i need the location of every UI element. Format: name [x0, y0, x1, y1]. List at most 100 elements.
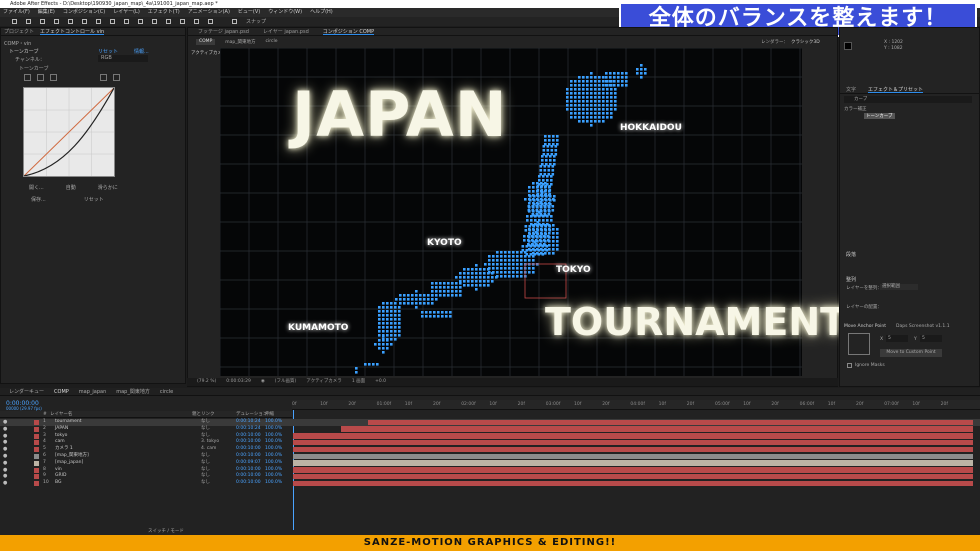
visibility-eye-icon[interactable]: ● [3, 419, 7, 426]
camera-select[interactable]: アクティブカメラ [306, 378, 342, 386]
brush-tool-icon[interactable] [152, 19, 157, 24]
layer-duration[interactable]: 0:00:09:07 [236, 460, 261, 467]
layer-parent-select[interactable]: なし [201, 480, 210, 487]
anchor-y-input[interactable]: 5 [920, 335, 942, 342]
visibility-eye-icon[interactable]: ● [3, 467, 7, 474]
menu-item-2[interactable]: コンポジション(C) [63, 8, 105, 17]
zoom-tool-icon[interactable] [54, 19, 59, 24]
tab-composition[interactable]: コンポジション COMP [322, 28, 375, 35]
layer-label-color[interactable] [34, 467, 39, 473]
tab-footage[interactable]: フッテージ japan.psd [198, 28, 249, 35]
menu-item-0[interactable]: ファイル(F) [3, 8, 30, 17]
zoom-level[interactable]: (79.2 %) [197, 378, 216, 386]
camera-icon[interactable]: ◉ [261, 378, 265, 386]
layer-duration-bar[interactable] [293, 467, 973, 473]
ignore-masks-checkbox[interactable] [847, 363, 852, 368]
stamp-tool-icon[interactable] [166, 19, 171, 24]
text-tool-icon[interactable] [138, 19, 143, 24]
layer-row[interactable]: ● 5 カメラ 1 4. cam 0:00:10:00 100.0% [0, 446, 980, 453]
layer-label-color[interactable] [34, 420, 39, 425]
layer-duration[interactable]: 0:00:10:24 [236, 419, 261, 426]
curve-save-icon[interactable] [113, 74, 120, 81]
roto-tool-icon[interactable] [194, 19, 199, 24]
tab-layer[interactable]: レイヤー japan.psd [263, 28, 309, 35]
layer-name[interactable]: [map_japan] [55, 460, 83, 467]
menu-item-7[interactable]: ウィンドウ(W) [268, 8, 302, 17]
exposure-value[interactable]: +0.0 [375, 378, 386, 386]
layer-name[interactable]: JAPAN [55, 426, 68, 433]
layer-row[interactable]: ● 9 GRID なし 0:00:10:00 100.0% [0, 473, 980, 480]
layer-duration-bar[interactable] [293, 453, 973, 460]
visibility-eye-icon[interactable]: ● [3, 439, 7, 446]
layer-row[interactable]: ● 1 tournament なし 0:00:10:24 100.0% [0, 419, 980, 426]
tab-project[interactable]: プロジェクト [4, 28, 34, 35]
time-ruler[interactable]: 0f 10f 20f 01:00f 10f 20f 02:00f 10f 20f 03:00f 10… [292, 400, 980, 410]
layer-label-color[interactable] [34, 481, 39, 487]
menu-item-5[interactable]: アニメーション(A) [188, 8, 230, 17]
layer-duration[interactable]: 0:00:10:00 [236, 480, 261, 487]
layer-duration-bar[interactable] [293, 433, 973, 439]
layer-stretch[interactable]: 100.0% [265, 446, 282, 453]
curve-open-icon[interactable] [100, 74, 107, 81]
renderer-value[interactable]: クラシック3D [791, 39, 820, 45]
tab-render-queue[interactable]: レンダーキュー [9, 388, 44, 395]
rect-tool-icon[interactable] [110, 19, 115, 24]
menu-item-4[interactable]: エフェクト(T) [148, 8, 180, 17]
subtab-map-kanto[interactable]: map_関東地方 [225, 39, 255, 45]
layer-row[interactable]: ● 2 JAPAN なし 0:00:10:24 100.0% [0, 426, 980, 433]
tab-timeline-circle[interactable]: circle [160, 388, 173, 395]
layer-row[interactable]: ● 4 cam 3. tokyo 0:00:10:00 100.0% [0, 439, 980, 446]
layer-name[interactable]: tokyo [55, 433, 67, 440]
layer-row[interactable]: ● 7 [map_japan] なし 0:00:09:07 100.0% [0, 460, 980, 467]
current-time[interactable]: 0:00:03:29 [226, 378, 251, 386]
curve-auto-button[interactable]: 自動 [66, 184, 76, 191]
menu-item-3[interactable]: レイヤー(L) [113, 8, 140, 17]
anchor-x-input[interactable]: 5 [886, 335, 908, 342]
visibility-eye-icon[interactable]: ● [3, 460, 7, 467]
curve-save-button[interactable]: 保存... [31, 196, 46, 203]
effects-search-input[interactable]: カーブ [844, 96, 972, 103]
layer-label-color[interactable] [34, 474, 39, 480]
curve-open-button[interactable]: 開く... [29, 184, 44, 191]
menu-item-6[interactable]: ビュー(V) [238, 8, 260, 17]
layer-row[interactable]: ● 10 BG なし 0:00:10:00 100.0% [0, 480, 980, 487]
layer-duration-bar[interactable] [293, 439, 973, 446]
subtab-circle[interactable]: circle [266, 39, 278, 45]
info-link[interactable]: 情報... [134, 48, 149, 55]
puppet-tool-icon[interactable] [208, 19, 213, 24]
align-target-select[interactable]: 選択範囲 [880, 284, 918, 290]
layer-duration[interactable]: 0:00:10:00 [236, 453, 261, 460]
layer-label-color[interactable] [34, 433, 39, 439]
curve-smooth-button[interactable]: 滑らかに [98, 184, 118, 191]
visibility-eye-icon[interactable]: ● [3, 426, 7, 433]
curve-point-icon[interactable] [24, 74, 31, 81]
visibility-eye-icon[interactable]: ● [3, 480, 7, 487]
layer-name[interactable]: tournament [55, 419, 82, 426]
curve-expand-icon[interactable] [50, 74, 57, 81]
layer-stretch[interactable]: 100.0% [265, 426, 282, 433]
anchor-grid[interactable] [848, 333, 870, 355]
layer-parent-select[interactable]: なし [201, 419, 210, 426]
resolution-select[interactable]: (フル画質) [275, 378, 297, 386]
pan-tool-icon[interactable] [96, 19, 101, 24]
layer-name[interactable]: カメラ 1 [55, 446, 73, 453]
layer-duration-bar[interactable] [293, 446, 973, 453]
layer-duration[interactable]: 0:00:10:24 [236, 426, 261, 433]
snap-checkbox[interactable] [232, 19, 237, 24]
curve-reset-button[interactable]: リセット [84, 196, 104, 203]
tab-effects-presets[interactable]: エフェクト＆プリセット [868, 86, 924, 93]
layer-row[interactable]: ● 3 tokyo なし 0:00:10:00 100.0% [0, 433, 980, 440]
subtab-comp[interactable]: COMP [196, 39, 216, 45]
layer-label-color[interactable] [34, 454, 39, 459]
tab-timeline-map-kanto[interactable]: map_関東地方 [116, 388, 150, 395]
layer-label-color[interactable] [34, 460, 39, 466]
rotate-tool-icon[interactable] [68, 19, 73, 24]
move-to-custom-point-button[interactable]: Move to Custom Point [880, 349, 942, 357]
camera-tool-icon[interactable] [82, 19, 87, 24]
visibility-eye-icon[interactable]: ● [3, 473, 7, 480]
layer-duration-bar[interactable] [340, 426, 973, 432]
layer-duration[interactable]: 0:00:10:00 [236, 446, 261, 453]
layer-duration-bar[interactable] [367, 419, 973, 426]
tree-tone-curve[interactable]: トーンカーブ [864, 113, 895, 119]
layer-label-color[interactable] [34, 426, 39, 432]
